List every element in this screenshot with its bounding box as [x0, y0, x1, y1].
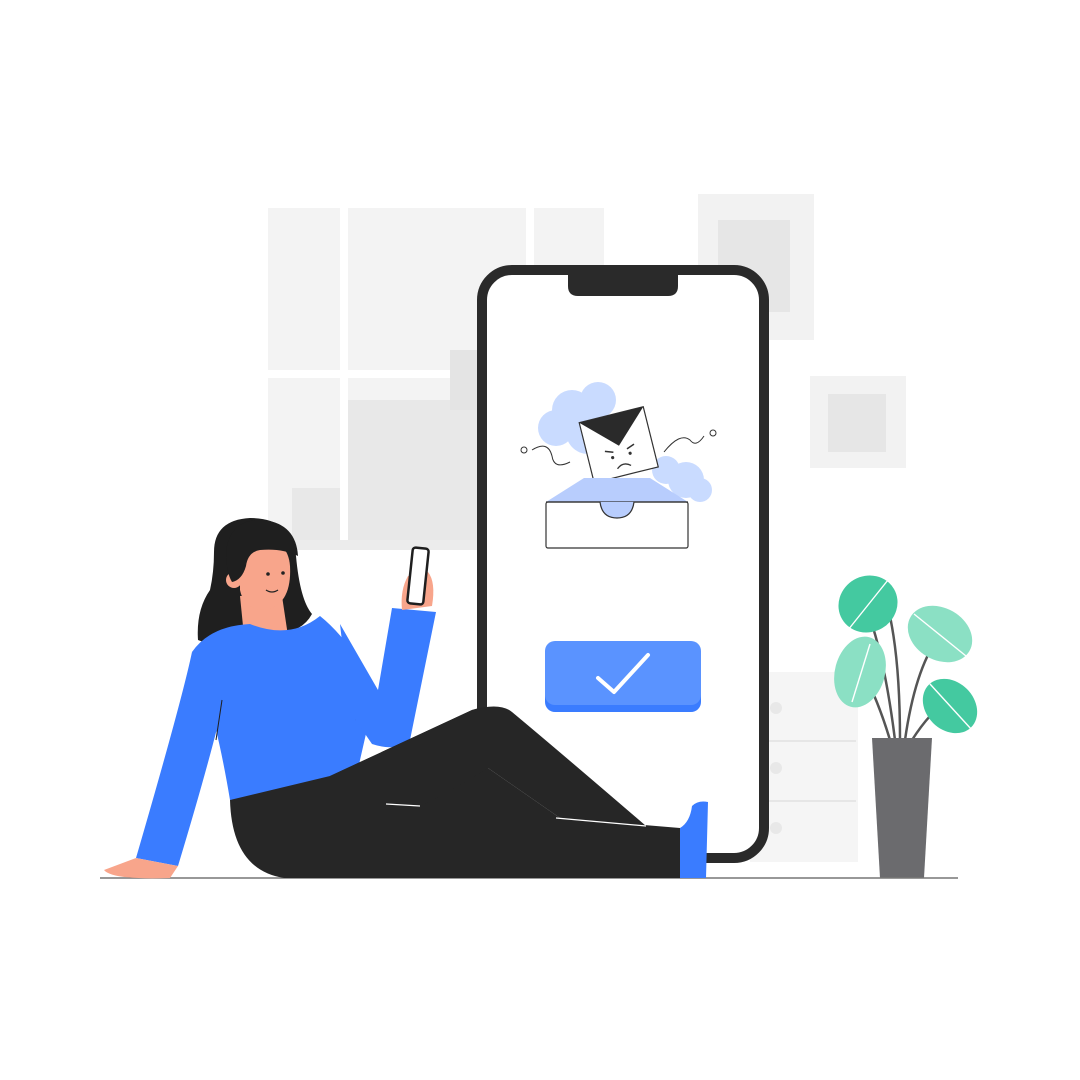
illustration-canvas — [0, 0, 1080, 1080]
illustration — [100, 194, 978, 879]
leaf-icon — [907, 605, 973, 663]
plant-pot — [872, 738, 932, 878]
phone-notch — [568, 274, 678, 296]
picture-frame-small — [810, 376, 906, 468]
confirm-button[interactable] — [545, 641, 701, 712]
